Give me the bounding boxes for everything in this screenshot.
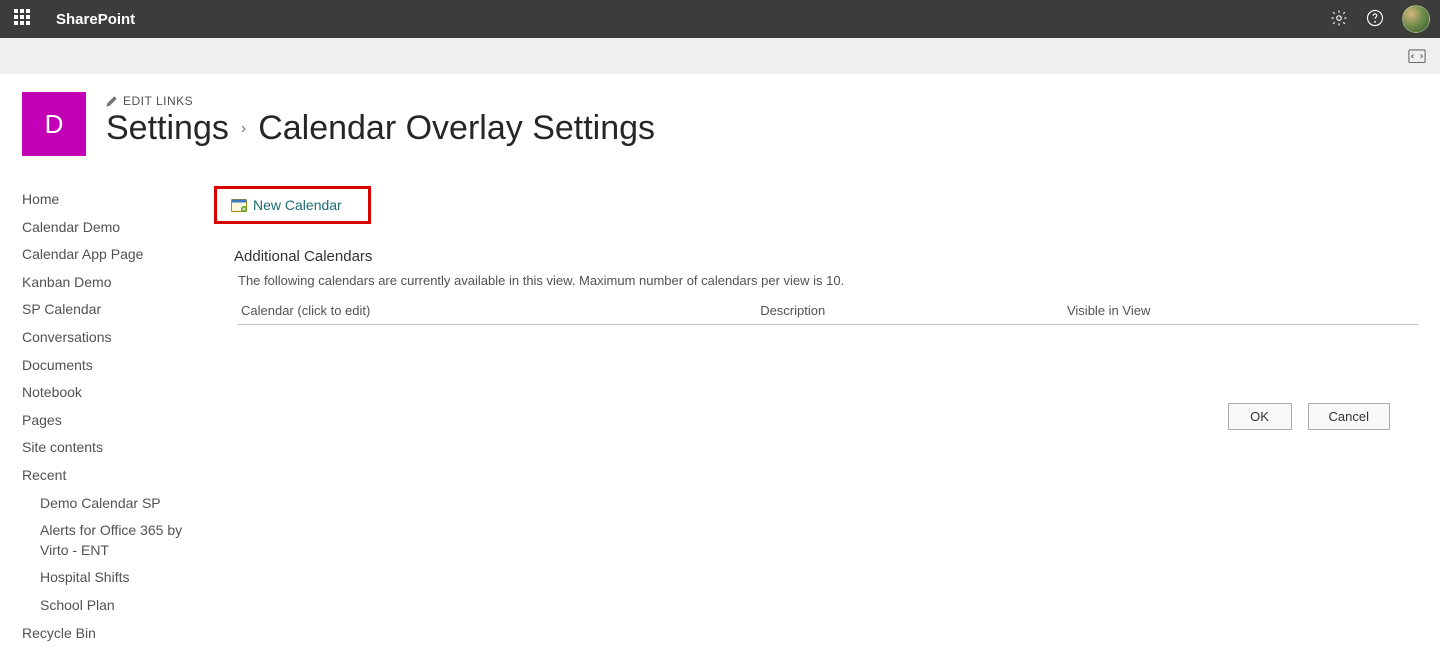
col-header-description: Description [757,298,1064,325]
nav-recent-alerts-virto[interactable]: Alerts for Office 365 by Virto - ENT [40,517,202,564]
edit-links-button[interactable]: EDIT LINKS [106,94,655,108]
focus-content-icon[interactable] [1408,49,1426,63]
nav-item-sp-calendar[interactable]: SP Calendar [22,296,202,324]
site-logo[interactable]: D [22,92,86,156]
nav-item-home[interactable]: Home [22,186,202,214]
nav-item-notebook[interactable]: Notebook [22,379,202,407]
nav-item-documents[interactable]: Documents [22,352,202,380]
new-calendar-link[interactable]: New Calendar [253,197,342,213]
user-avatar[interactable] [1402,5,1430,33]
nav-recent-demo-calendar-sp[interactable]: Demo Calendar SP [40,490,202,518]
nav-item-calendar-app-page[interactable]: Calendar App Page [22,241,202,269]
col-header-visible: Visible in View [1064,298,1418,325]
new-calendar-highlight: New Calendar [214,186,371,224]
page-header: D EDIT LINKS Settings › Calendar Overlay… [22,92,1418,156]
section-title: Additional Calendars [234,248,1418,265]
quick-launch-nav: Home Calendar Demo Calendar App Page Kan… [22,186,212,647]
section-description: The following calendars are currently av… [238,273,1418,288]
nav-recent-school-plan[interactable]: School Plan [40,592,202,620]
action-buttons: OK Cancel [216,403,1390,430]
calendar-add-icon [231,198,247,212]
nav-recent-hospital-shifts[interactable]: Hospital Shifts [40,564,202,592]
nav-item-recycle-bin[interactable]: Recycle Bin [22,620,202,647]
ribbon-area [0,38,1440,74]
suite-bar: SharePoint [0,0,1440,38]
edit-links-label: EDIT LINKS [123,94,193,108]
brand-label[interactable]: SharePoint [56,11,135,28]
main-content: New Calendar Additional Calendars The fo… [212,186,1418,647]
nav-item-kanban-demo[interactable]: Kanban Demo [22,269,202,297]
cancel-button[interactable]: Cancel [1308,403,1390,430]
pencil-icon [106,96,117,107]
nav-item-recent[interactable]: Recent [22,462,202,490]
breadcrumb-current: Calendar Overlay Settings [258,110,655,147]
col-header-calendar: Calendar (click to edit) [238,298,757,325]
nav-item-calendar-demo[interactable]: Calendar Demo [22,214,202,242]
ok-button[interactable]: OK [1228,403,1292,430]
nav-item-pages[interactable]: Pages [22,407,202,435]
settings-gear-icon[interactable] [1330,9,1348,30]
nav-item-conversations[interactable]: Conversations [22,324,202,352]
chevron-right-icon: › [241,120,246,138]
breadcrumb: Settings › Calendar Overlay Settings [106,110,655,147]
nav-item-site-contents[interactable]: Site contents [22,434,202,462]
breadcrumb-root[interactable]: Settings [106,110,229,147]
help-icon[interactable] [1366,9,1384,30]
calendars-table: Calendar (click to edit) Description Vis… [238,298,1418,325]
app-launcher-icon[interactable] [14,9,34,29]
